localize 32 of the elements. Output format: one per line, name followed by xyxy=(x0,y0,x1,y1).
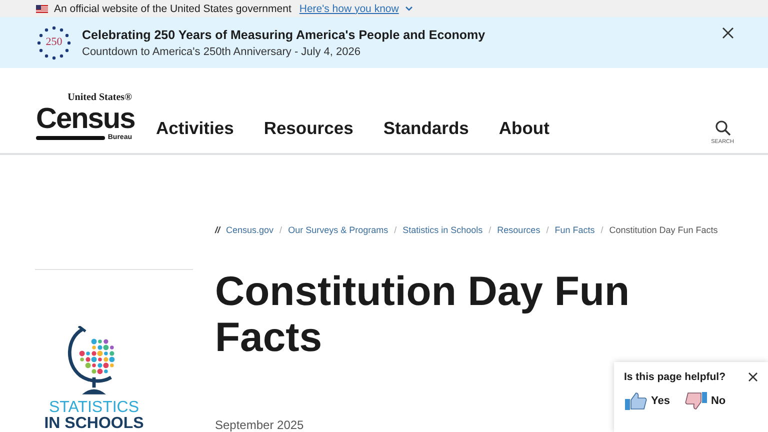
breadcrumb-link[interactable]: Census.gov xyxy=(226,225,274,235)
page-date: September 2025 xyxy=(215,418,304,432)
yes-button[interactable]: Yes xyxy=(624,391,670,411)
logo-text: IN SCHOOLS xyxy=(44,416,144,432)
logo-text: STATISTICS xyxy=(48,400,140,416)
breadcrumb-separator: / xyxy=(488,225,492,235)
breadcrumb-mark: // xyxy=(215,225,220,235)
close-icon[interactable] xyxy=(748,372,758,382)
page-title: Constitution Day Fun Facts xyxy=(215,268,631,360)
announcement-title: Celebrating 250 Years of Measuring America's People and Economy xyxy=(82,28,486,42)
breadcrumb-current: Constitution Day Fun Facts xyxy=(609,225,718,235)
breadcrumb-separator: / xyxy=(546,225,549,235)
nav-link[interactable]: Standards xyxy=(383,118,469,139)
breadcrumb-separator: / xyxy=(394,225,397,235)
announcement-subtitle: Countdown to America's 250th Anniversary - July 4, 2026 xyxy=(82,46,362,58)
nav-link[interactable]: Activities xyxy=(156,118,234,139)
nav-link[interactable]: Resources xyxy=(264,118,354,139)
no-button[interactable]: No xyxy=(684,391,726,411)
breadcrumb-link[interactable]: Resources xyxy=(497,225,540,235)
link[interactable]: Here's how you know xyxy=(299,2,399,14)
breadcrumb-link[interactable]: Our Surveys & Programs xyxy=(288,225,388,235)
feedback-question: Is this page helpful? xyxy=(624,371,726,383)
flag-icon xyxy=(36,4,48,12)
chevron-icon[interactable] xyxy=(404,6,413,11)
emblem-logo: 250 xyxy=(36,24,72,60)
nav-link[interactable]: About xyxy=(498,118,550,139)
banner-text: An official website of the United States government xyxy=(54,2,292,14)
breadcrumb-separator: / xyxy=(600,225,604,235)
breadcrumb-link[interactable]: Statistics in Schools xyxy=(402,225,483,235)
breadcrumb-separator: / xyxy=(280,225,282,235)
close-icon[interactable] xyxy=(722,26,734,38)
breadcrumb-link[interactable]: Fun Facts xyxy=(554,225,595,235)
